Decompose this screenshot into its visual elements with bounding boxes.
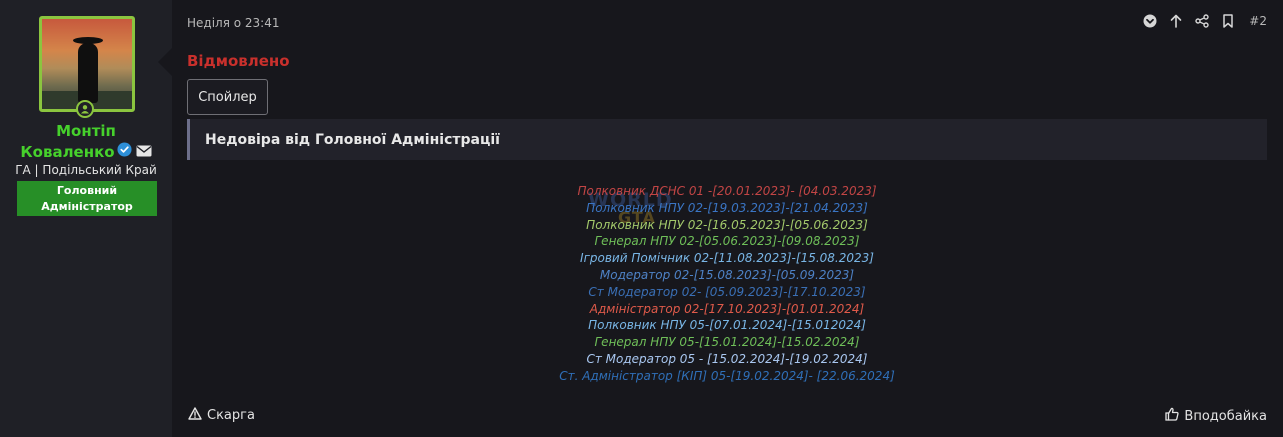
post-date[interactable]: Неділя о 23:41 bbox=[187, 16, 279, 30]
role-history-line: Генерал НПУ 05-[15.01.2024]-[15.02.2024] bbox=[594, 335, 860, 350]
arrow-up-icon[interactable] bbox=[1169, 14, 1183, 28]
role-history-line: Ст Модератор 05 - [15.02.2024]-[19.02.20… bbox=[586, 351, 868, 366]
message-arrow bbox=[158, 48, 172, 76]
role-history-line: Полковник НПУ 02-[19.03.2023]-[21.04.202… bbox=[586, 200, 868, 215]
role-history-line: Модератор 02-[15.08.2023]-[05.09.2023] bbox=[599, 267, 855, 282]
quote-title: Недовіра від Головної Адміністрації bbox=[205, 131, 500, 148]
role-history-line: Ігровий Помічник 02-[11.08.2023]-[15.08.… bbox=[580, 251, 874, 266]
thumbs-up-icon bbox=[1165, 407, 1180, 425]
share-icon[interactable] bbox=[1195, 14, 1209, 28]
role-history-line: Генерал НПУ 02-[05.06.2023]-[09.08.2023] bbox=[594, 234, 860, 249]
role-history-line: Адміністратор 02-[17.10.2023]-[01.01.202… bbox=[589, 301, 865, 316]
report-label: Скарга bbox=[207, 408, 255, 423]
user-title: ГА | Подільський Край bbox=[15, 163, 157, 177]
role-history-line: Полковник НПУ 05-[07.01.2024]-[15.012024… bbox=[588, 318, 866, 333]
role-history-line: Полковник ДСНС 01 -[20.01.2023]- [04.03.… bbox=[577, 184, 877, 198]
post-number[interactable]: #2 bbox=[1249, 14, 1267, 28]
username[interactable]: Монтіп Коваленко bbox=[0, 121, 172, 163]
role-history-line: Ст. Адміністратор [КІП] 05-[19.02.2024]-… bbox=[559, 368, 895, 383]
role-history-line: Полковник НПУ 02-[16.05.2023]-[05.06.202… bbox=[586, 217, 868, 232]
report-button[interactable]: Скарга bbox=[188, 407, 255, 424]
post-actions: #2 bbox=[1143, 14, 1267, 28]
username-line2: Коваленко bbox=[20, 143, 115, 161]
like-label: Вподобайка bbox=[1184, 408, 1267, 424]
role-history-line: Ст Модератор 02- [05.09.2023]-[17.10.202… bbox=[588, 284, 866, 299]
username-line1: Монтіп bbox=[56, 122, 116, 140]
user-online-icon bbox=[76, 100, 94, 118]
chevron-down-circle-icon[interactable] bbox=[1143, 14, 1157, 28]
envelope-icon[interactable] bbox=[136, 142, 152, 163]
verified-check-icon bbox=[117, 142, 132, 163]
status-heading: Відмовлено bbox=[187, 52, 290, 70]
message-user-sidebar: Монтіп Коваленко ГА | Подільський Край Г… bbox=[0, 0, 172, 437]
like-button[interactable]: Вподобайка bbox=[1165, 407, 1267, 425]
spoiler-button[interactable]: Спойлер bbox=[187, 79, 268, 115]
role-banner: Головний Адміністратор bbox=[17, 181, 157, 216]
role-history-list: Полковник ДСНС 01 -[20.01.2023]- [04.03.… bbox=[187, 183, 1267, 385]
warning-triangle-icon bbox=[188, 407, 202, 424]
avatar-image bbox=[42, 19, 132, 109]
bookmark-icon[interactable] bbox=[1221, 14, 1235, 28]
quote-block: Недовіра від Головної Адміністрації bbox=[187, 119, 1267, 160]
avatar[interactable] bbox=[39, 16, 135, 112]
